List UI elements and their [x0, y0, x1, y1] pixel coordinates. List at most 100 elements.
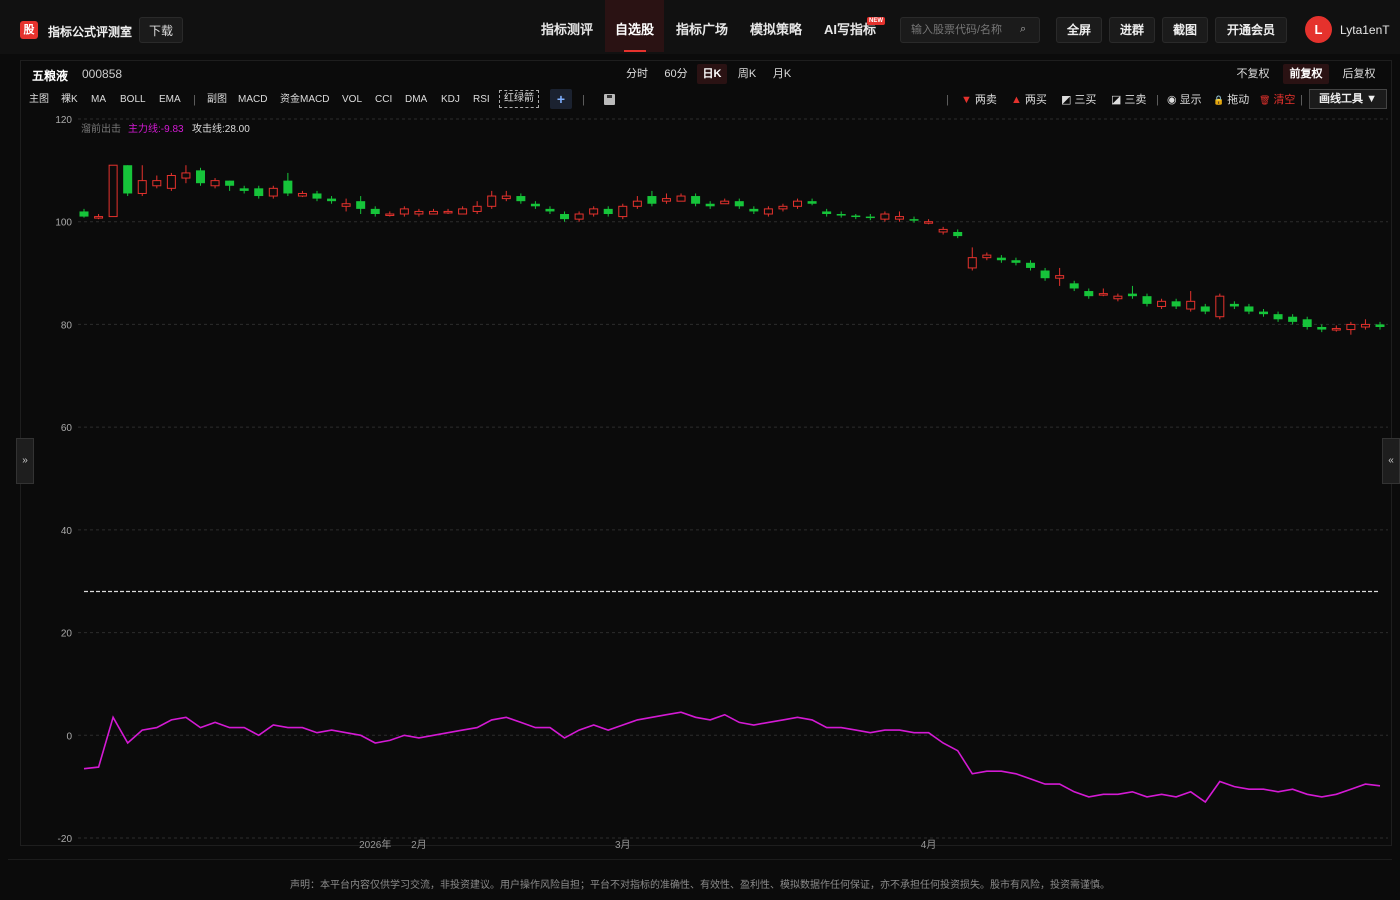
candle-body [720, 200, 730, 205]
candle-body [283, 180, 293, 194]
candle-body [982, 254, 992, 259]
y-tick-label: 0 [66, 731, 72, 742]
candle-body [487, 195, 497, 207]
candle-body [254, 188, 264, 197]
candle-body [1055, 275, 1065, 279]
candle-body [516, 196, 526, 202]
candle-body [545, 208, 555, 212]
candle-body [691, 196, 701, 204]
candle-body [341, 203, 351, 207]
y-tick-label: 40 [61, 526, 73, 537]
candle-body [356, 201, 366, 209]
candle-body [909, 219, 919, 221]
candle-body [1215, 295, 1225, 318]
candle-body [953, 231, 963, 237]
candle-body [152, 180, 162, 187]
x-tick-label: 4月 [921, 839, 937, 851]
candle-body [1375, 324, 1385, 327]
candle-body [924, 221, 934, 224]
candle-body [166, 174, 176, 189]
candle-body [836, 214, 846, 216]
candle-body [399, 208, 409, 215]
candle-body [1098, 293, 1108, 296]
candle-body [1069, 283, 1079, 289]
candle-body [1142, 296, 1152, 304]
candle-body [210, 180, 220, 187]
candle-body [749, 208, 759, 212]
candle-body [1273, 314, 1283, 320]
candle-body [79, 211, 89, 217]
y-tick-label: 60 [61, 423, 73, 434]
footer-divider [8, 859, 1392, 860]
candle-body [239, 188, 249, 191]
candle-body [1259, 311, 1269, 315]
candle-body [137, 180, 147, 194]
candle-body [1317, 326, 1327, 330]
candle-body [1040, 270, 1050, 279]
candle-body [1011, 260, 1021, 263]
candle-body [225, 180, 235, 186]
candle-body [1084, 291, 1094, 297]
candle-body [560, 214, 570, 220]
candle-body [1127, 293, 1137, 297]
candle-body [1288, 316, 1298, 322]
candle-body [123, 165, 133, 194]
candle-body [458, 208, 468, 215]
candle-body [938, 228, 948, 233]
candle-body [1157, 300, 1167, 307]
y-tick-label: -20 [58, 834, 73, 845]
y-tick-label: 100 [55, 218, 72, 229]
candle-body [501, 195, 511, 200]
candle-body [865, 216, 875, 219]
y-axis-labels: 120 100 80 60 40 20 0 -20 [55, 115, 72, 845]
x-tick-label: 3月 [615, 839, 631, 851]
y-tick-label: 20 [61, 629, 73, 640]
candle-body [370, 208, 380, 215]
candle-body [967, 257, 977, 269]
candle-body [443, 210, 453, 214]
expand-right-panel-button[interactable]: « [1382, 438, 1400, 484]
candle-body [1026, 262, 1036, 268]
candle-body [1302, 319, 1312, 327]
candle-body [1360, 323, 1370, 328]
legend-attack-line: 攻击线:28.00 [192, 122, 250, 135]
candle-body [778, 205, 788, 210]
candle-body [851, 215, 861, 218]
main-line [83, 711, 1381, 804]
candle-body [1229, 303, 1239, 307]
candle-body [734, 201, 744, 207]
disclaimer-text: 声明：本平台内容仅供学习交流，非投资建议。用户操作风险自担；平台不对指标的准确性… [290, 880, 1110, 891]
candle-body [312, 193, 322, 199]
candle-body [647, 196, 657, 204]
legend-indicator-name: 溜前出击 [81, 122, 121, 135]
candle-body [880, 213, 890, 220]
candle-body [530, 203, 540, 207]
main-line-series [83, 711, 1381, 804]
candle-body [428, 210, 438, 215]
candle-body [763, 208, 773, 215]
expand-left-panel-button[interactable]: » [16, 438, 34, 484]
candle-body [108, 164, 118, 218]
candle-body [822, 211, 832, 215]
candle-body [1331, 328, 1341, 331]
candle-body [618, 205, 628, 218]
candle-body [181, 172, 191, 179]
candle-body [996, 257, 1006, 261]
candle-body [807, 201, 817, 204]
kline-chart[interactable]: 120 100 80 60 40 20 0 -20 2026年 2月 3月 4月 溜前出击 主力线:… [0, 0, 1400, 860]
candle-body [327, 198, 337, 202]
x-axis-labels: 2026年 2月 3月 4月 [359, 838, 936, 851]
candle-body [1244, 306, 1254, 312]
candle-body [894, 216, 904, 220]
candle-body [661, 198, 671, 202]
candle-body [472, 205, 482, 212]
candle-body [676, 195, 686, 202]
candle-body [793, 200, 803, 207]
x-tick-label: 2026年 [359, 838, 391, 851]
candle-body [1113, 295, 1123, 300]
y-tick-label: 80 [61, 320, 73, 331]
candle-body [414, 210, 424, 215]
y-tick-label: 120 [55, 115, 72, 126]
candle-body [574, 213, 584, 220]
candle-body [268, 187, 278, 197]
